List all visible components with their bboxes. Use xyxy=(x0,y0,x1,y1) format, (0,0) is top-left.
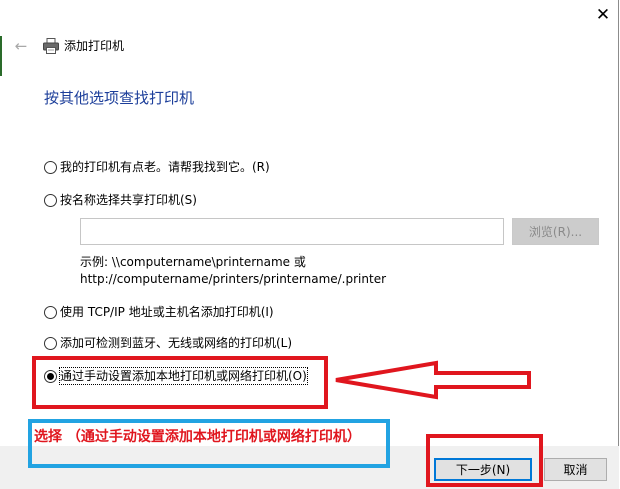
option-label: 添加可检测到蓝牙、无线或网络的打印机(L) xyxy=(60,336,293,350)
option-bluetooth-wireless[interactable]: 添加可检测到蓝牙、无线或网络的打印机(L) xyxy=(44,334,292,352)
close-icon: ✕ xyxy=(595,5,611,25)
radio-button[interactable] xyxy=(44,305,57,319)
annotation-highlight-option xyxy=(32,356,328,409)
cancel-button[interactable]: 取消 xyxy=(544,458,607,481)
option-tcpip[interactable]: 使用 TCP/IP 地址或主机名添加打印机(I) xyxy=(44,303,274,321)
back-button[interactable]: ← xyxy=(10,36,32,56)
option-label: 我的打印机有点老。请帮我找到它。(R) xyxy=(60,160,270,174)
radio-button[interactable] xyxy=(44,193,57,207)
window-title: 添加打印机 xyxy=(64,39,125,53)
example-text-line-2: http://computername/printers/printername… xyxy=(80,272,387,286)
option-label: 按名称选择共享打印机(S) xyxy=(60,193,197,207)
shared-printer-name-input[interactable] xyxy=(80,218,504,245)
example-text-line-1: 示例: \\computername\printername 或 xyxy=(80,255,306,269)
printer-icon xyxy=(43,38,59,54)
background-window-edge xyxy=(0,36,2,76)
radio-button[interactable] xyxy=(44,160,57,174)
annotation-highlight-next xyxy=(426,434,543,487)
browse-button[interactable]: 浏览(R)... xyxy=(512,218,599,245)
annotation-text: 选择 （通过手动设置添加本地打印机或网络打印机） xyxy=(34,429,361,445)
annotation-arrow-icon xyxy=(335,360,531,400)
option-label: 使用 TCP/IP 地址或主机名添加打印机(I) xyxy=(60,305,274,319)
back-arrow-icon: ← xyxy=(14,37,28,55)
option-shared-by-name[interactable]: 按名称选择共享打印机(S) xyxy=(44,191,197,209)
radio-button[interactable] xyxy=(44,336,57,350)
option-old-printer[interactable]: 我的打印机有点老。请帮我找到它。(R) xyxy=(44,158,270,176)
page-heading: 按其他选项查找打印机 xyxy=(44,89,195,107)
close-button[interactable]: ✕ xyxy=(586,0,620,30)
